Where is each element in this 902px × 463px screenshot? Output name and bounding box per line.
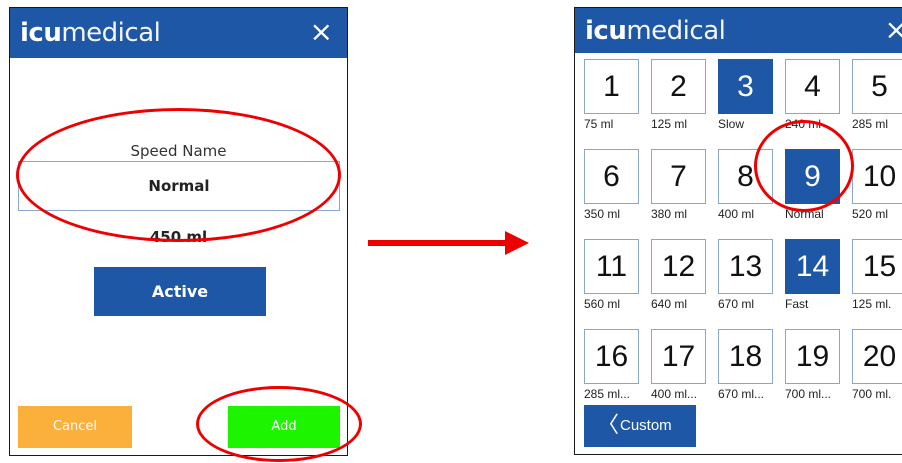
icu-medical-logo: icumedical [20,18,161,48]
title-bar: icumedical × [10,8,347,58]
chevron-left-icon: 〈 [597,413,620,438]
speed-cell-label: 560 ml [584,297,621,311]
speed-cell-10[interactable]: 10 520 ml [852,149,902,221]
close-icon[interactable]: × [310,18,333,46]
close-icon[interactable]: × [885,16,902,44]
speed-cell-label: 75 ml [584,117,614,131]
speed-cell-8[interactable]: 8 400 ml [718,149,773,221]
speed-cell-15[interactable]: 15 125 ml. [852,239,902,311]
speed-number-button[interactable]: 6 [584,149,639,204]
speed-cell-label: 670 ml [718,297,755,311]
speed-cell-label: 520 ml [852,207,889,221]
speed-number-button[interactable]: 19 [785,329,840,384]
speed-number-button[interactable]: 20 [852,329,902,384]
title-bar: icumedical × [575,8,902,53]
speed-cell-label: Normal [785,207,824,221]
speed-cell-2[interactable]: 2 125 ml [651,59,706,131]
speed-number-button[interactable]: 4 [785,59,840,114]
speed-cell-20[interactable]: 20 700 ml. [852,329,902,401]
speed-cell-19[interactable]: 19 700 ml... [785,329,840,401]
speed-cell-label: 700 ml... [785,387,832,401]
volume-value: 450 ml [149,228,208,246]
speed-number-button[interactable]: 8 [718,149,773,204]
speed-cell-3[interactable]: 3 Slow [718,59,773,131]
speed-edit-dialog: icumedical × Speed Name Normal 450 ml Ac… [9,7,348,456]
speed-cell-18[interactable]: 18 670 ml... [718,329,773,401]
speed-cell-12[interactable]: 12 640 ml [651,239,706,311]
speed-number-button[interactable]: 14 [785,239,840,294]
speed-cell-label: 285 ml [852,117,889,131]
speed-number-button[interactable]: 1 [584,59,639,114]
arrow-shaft [368,240,508,246]
speed-name-input[interactable]: Normal [18,161,340,211]
speed-cell-label: Slow [718,117,745,131]
speed-cell-9[interactable]: 9 Normal [785,149,840,221]
speed-name-label: Speed Name [130,142,227,160]
active-button[interactable]: Active [94,267,266,316]
speed-number-button[interactable]: 7 [651,149,706,204]
speed-cell-13[interactable]: 13 670 ml [718,239,773,311]
custom-button-label: Custom [620,417,672,434]
add-button[interactable]: Add [228,406,340,448]
speed-cell-label: 240 ml [785,117,822,131]
speed-cell-17[interactable]: 17 400 ml... [651,329,706,401]
speed-cell-label: 285 ml... [584,387,631,401]
speed-cell-label: 125 ml [651,117,688,131]
speed-number-button[interactable]: 9 [785,149,840,204]
speed-cell-5[interactable]: 5 285 ml [852,59,902,131]
speed-select-screen: icumedical × 175 ml2125 ml3Slow4240 ml52… [574,7,902,455]
speed-number-button[interactable]: 15 [852,239,902,294]
speed-number-button[interactable]: 10 [852,149,902,204]
speed-cell-14[interactable]: 14 Fast [785,239,840,311]
speed-number-button[interactable]: 2 [651,59,706,114]
speed-number-button[interactable]: 5 [852,59,902,114]
speed-number-button[interactable]: 12 [651,239,706,294]
custom-button[interactable]: 〈 Custom [584,405,696,447]
speed-cell-label: 640 ml [651,297,688,311]
speed-cell-label: Fast [785,297,809,311]
speed-cell-16[interactable]: 16 285 ml... [584,329,639,401]
speed-number-button[interactable]: 3 [718,59,773,114]
speed-cell-label: 380 ml [651,207,688,221]
speed-cell-label: 400 ml [718,207,755,221]
speed-number-button[interactable]: 13 [718,239,773,294]
arrow-head [505,231,529,255]
cancel-button[interactable]: Cancel [18,406,132,448]
speed-cell-11[interactable]: 11 560 ml [584,239,639,311]
speed-cell-4[interactable]: 4 240 ml [785,59,840,131]
speed-number-button[interactable]: 17 [651,329,706,384]
speed-cell-label: 125 ml. [852,297,892,311]
speed-cell-7[interactable]: 7 380 ml [651,149,706,221]
speed-cell-label: 670 ml... [718,387,765,401]
speed-cell-label: 700 ml. [852,387,892,401]
speed-cell-1[interactable]: 1 75 ml [584,59,639,131]
speed-cell-label: 350 ml [584,207,621,221]
icu-medical-logo: icumedical [585,16,726,46]
speed-cell-6[interactable]: 6 350 ml [584,149,639,221]
speed-number-button[interactable]: 11 [584,239,639,294]
speed-cell-label: 400 ml... [651,387,698,401]
speed-number-button[interactable]: 16 [584,329,639,384]
speed-number-button[interactable]: 18 [718,329,773,384]
